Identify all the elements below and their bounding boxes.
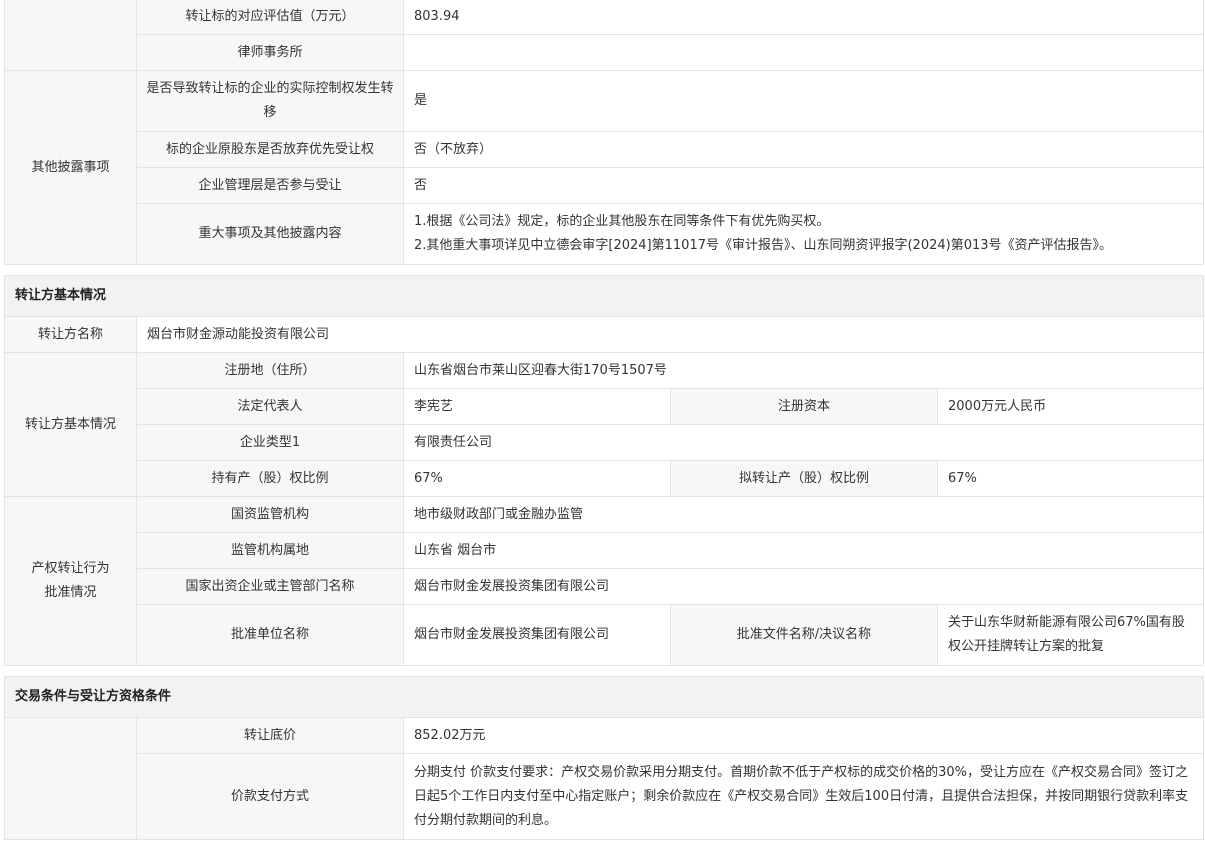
mgmt-value: 否	[402, 167, 1205, 204]
approval-group-label-line-2: 批准情况	[44, 585, 97, 600]
approver-label: 批准单位名称	[136, 604, 404, 666]
transferor-section-title: 转让方基本情况	[3, 275, 1205, 317]
planned-ratio-label: 拟转让产（股）权比例	[670, 460, 938, 497]
approval-group-label: 产权转让行为 批准情况	[4, 496, 137, 666]
preemptive-value: 否（不放弃）	[402, 131, 1205, 168]
control-change-label: 是否导致转让标的企业的实际控制权发生转移	[136, 70, 404, 132]
legal-rep-value: 李宪艺	[403, 388, 671, 425]
transferor-name-value: 烟台市财金源动能投资有限公司	[135, 316, 1205, 353]
regulator-label: 国资监管机构	[136, 496, 404, 533]
payment-method-label: 价款支付方式	[136, 753, 404, 840]
control-change-value: 是	[402, 70, 1205, 132]
reserve-price-label: 转让底价	[136, 717, 404, 754]
trade-terms-group	[4, 717, 137, 840]
major-matters-line-1: 1.根据《公司法》规定，标的企业其他股东在同等条件下有优先购买权。	[414, 214, 830, 229]
capital-label: 注册资本	[670, 388, 938, 425]
regulator-location-value: 山东省 烟台市	[402, 532, 1205, 569]
payment-method-value: 分期支付 价款支付要求：产权交易价款采用分期支付。首期价款不低于产权标的成交价格…	[402, 753, 1205, 840]
approver-value: 烟台市财金发展投资集团有限公司	[403, 604, 671, 666]
approval-doc-label: 批准文件名称/决议名称	[670, 604, 938, 666]
transferor-basic-group-label: 转让方基本情况	[4, 352, 137, 497]
approval-doc-value: 关于山东华财新能源有限公司67%国有股权公开挂牌转让方案的批复	[936, 604, 1205, 666]
reserve-price-value: 852.02万元	[402, 717, 1205, 754]
major-matters-label: 重大事项及其他披露内容	[136, 203, 404, 265]
investing-dept-label: 国家出资企业或主管部门名称	[136, 568, 404, 605]
law-firm-value	[402, 34, 1205, 71]
planned-ratio-value: 67%	[936, 460, 1205, 497]
company-type-value: 有限责任公司	[402, 424, 1205, 461]
regulator-value: 地市级财政部门或金融办监管	[402, 496, 1205, 533]
other-disclosure-group-top	[4, 0, 137, 71]
preemptive-label: 标的企业原股东是否放弃优先受让权	[136, 131, 404, 168]
legal-rep-label: 法定代表人	[136, 388, 404, 425]
transferor-table: 转让方基本情况 转让方名称 烟台市财金源动能投资有限公司 转让方基本情况 注册地…	[3, 275, 1205, 666]
major-matters-value: 1.根据《公司法》规定，标的企业其他股东在同等条件下有优先购买权。 2.其他重大…	[402, 203, 1205, 265]
mgmt-label: 企业管理层是否参与受让	[136, 167, 404, 204]
law-firm-label: 律师事务所	[136, 34, 404, 71]
other-disclosure-group-label: 其他披露事项	[4, 70, 137, 265]
holding-ratio-value: 67%	[403, 460, 671, 497]
address-value: 山东省烟台市莱山区迎春大街170号1507号	[402, 352, 1205, 389]
trade-terms-table: 交易条件与受让方资格条件 转让底价 852.02万元 价款支付方式 分期支付 价…	[3, 676, 1205, 840]
other-disclosure-table: 转让标的对应评估值（万元） 803.94 律师事务所 其他披露事项 是否导致转让…	[4, 0, 1205, 265]
transferor-name-label: 转让方名称	[4, 316, 137, 353]
address-label: 注册地（住所）	[136, 352, 404, 389]
trade-terms-section-title: 交易条件与受让方资格条件	[3, 676, 1205, 718]
holding-ratio-label: 持有产（股）权比例	[136, 460, 404, 497]
approval-group-label-line-1: 产权转让行为	[31, 561, 110, 576]
company-type-label: 企业类型1	[136, 424, 404, 461]
valuation-label: 转让标的对应评估值（万元）	[136, 0, 404, 35]
investing-dept-value: 烟台市财金发展投资集团有限公司	[402, 568, 1205, 605]
major-matters-line-2: 2.其他重大事项详见中立德会审字[2024]第11017号《审计报告》、山东同朔…	[414, 238, 1113, 253]
regulator-location-label: 监管机构属地	[136, 532, 404, 569]
capital-value: 2000万元人民币	[936, 388, 1205, 425]
valuation-value: 803.94	[402, 0, 1205, 35]
